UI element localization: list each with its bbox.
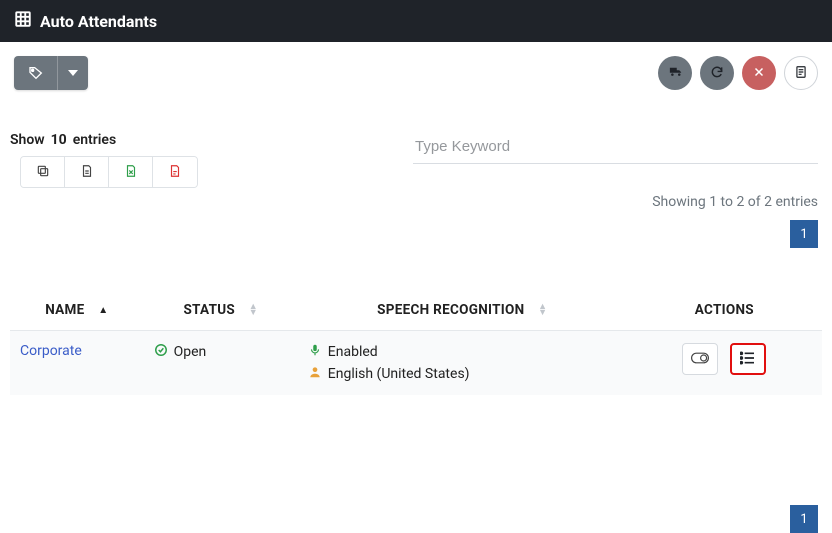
copy-icon	[36, 164, 50, 181]
page-number-bottom[interactable]: 1	[790, 505, 818, 533]
delete-button[interactable]	[742, 56, 776, 90]
entries-info: Showing 1 to 2 of 2 entries	[0, 188, 832, 210]
page-title: Auto Attendants	[40, 12, 157, 31]
pdf-icon	[168, 164, 182, 181]
attendants-table: NAME ▲ STATUS ▲▼ SPEECH RECOGNITION ▲▼ A…	[10, 292, 822, 395]
page-header: Auto Attendants	[0, 0, 832, 42]
export-copy-button[interactable]	[21, 157, 65, 187]
notes-icon	[794, 65, 808, 82]
export-doc-button[interactable]	[65, 157, 109, 187]
person-icon	[308, 365, 322, 383]
status-text: Open	[174, 344, 207, 360]
sort-both-icon: ▲▼	[249, 304, 258, 316]
toolbar	[0, 42, 832, 90]
refresh-button[interactable]	[700, 56, 734, 90]
tag-button[interactable]	[14, 56, 58, 90]
entries-length: Show 10 entries	[10, 132, 198, 148]
refresh-icon	[710, 65, 724, 82]
tag-dropdown-caret[interactable]	[58, 56, 88, 90]
sort-both-icon: ▲▼	[538, 304, 547, 316]
search-field[interactable]	[413, 132, 818, 164]
page-number-top[interactable]: 1	[790, 220, 818, 248]
sort-asc-icon: ▲	[98, 305, 108, 316]
check-circle-icon	[154, 343, 168, 361]
truck-icon	[668, 64, 683, 82]
col-status[interactable]: STATUS ▲▼	[144, 292, 298, 331]
list-icon	[740, 351, 756, 368]
spreadsheet-icon	[124, 164, 138, 181]
search-input[interactable]	[413, 132, 818, 164]
table-row: Corporate Open	[10, 331, 822, 396]
col-speech-recognition[interactable]: SPEECH RECOGNITION ▲▼	[298, 292, 627, 331]
entries-count[interactable]: 10	[51, 132, 67, 148]
toggle-button[interactable]	[682, 343, 718, 375]
bulk-action-button[interactable]	[658, 56, 692, 90]
grid-icon	[14, 10, 32, 32]
sr-language-text: English (United States)	[328, 366, 470, 382]
export-xls-button[interactable]	[109, 157, 153, 187]
col-actions: ACTIONS	[627, 292, 822, 331]
col-name[interactable]: NAME ▲	[10, 292, 144, 331]
close-x-icon	[753, 66, 765, 81]
microphone-icon	[308, 343, 322, 361]
attendant-name-link[interactable]: Corporate	[20, 343, 82, 359]
tag-split-button[interactable]	[14, 56, 88, 90]
export-pdf-button[interactable]	[153, 157, 197, 187]
list-view-button[interactable]	[730, 343, 766, 375]
toggle-icon	[691, 352, 709, 367]
notes-button[interactable]	[784, 56, 818, 90]
document-icon	[80, 164, 94, 181]
sr-enabled-text: Enabled	[328, 344, 378, 360]
